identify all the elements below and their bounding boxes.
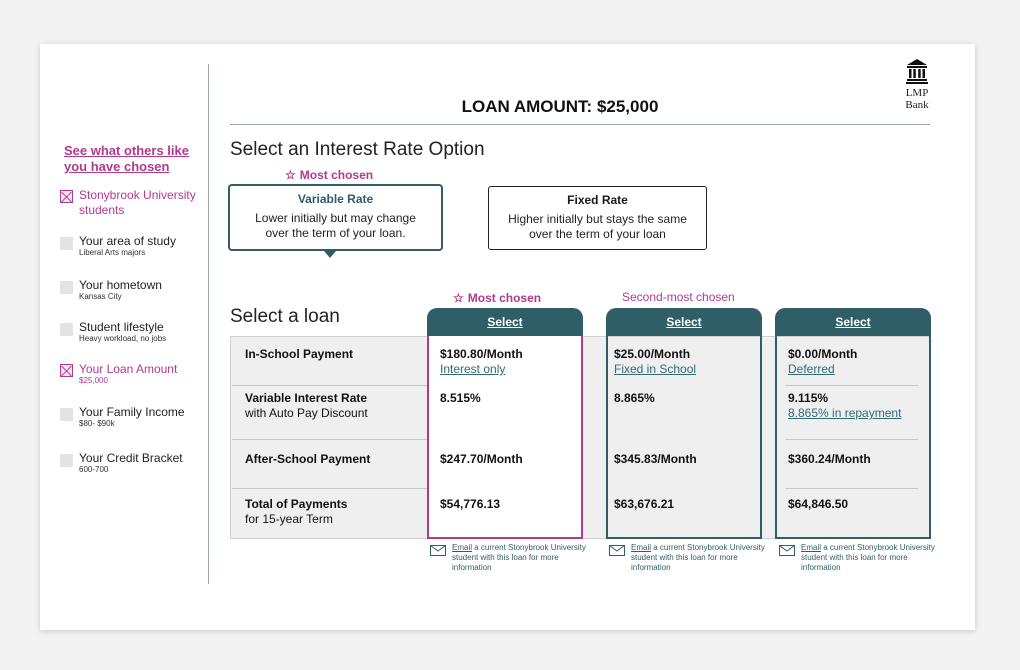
page-title: LOAN AMOUNT: $25,000 — [461, 97, 659, 116]
checkbox-checked-icon[interactable] — [60, 190, 73, 203]
row-label-total: Total of Payments for 15-year Term — [245, 497, 348, 526]
in-school-payment: $25.00/Month Fixed in School — [614, 347, 697, 376]
loan-section-heading: Select a loan — [230, 306, 340, 327]
envelope-icon — [430, 545, 446, 556]
filter-loan-amount[interactable]: Your Loan Amount $25,000 — [60, 362, 208, 386]
email-text: Email a current Stonybrook University st… — [801, 543, 935, 572]
filter-label: Your area of study — [79, 234, 176, 248]
rate-description: Lower initially but may change over the … — [255, 211, 416, 240]
filter-label: Stonybrook University students — [79, 188, 196, 217]
rate-section-heading: Select an Interest Rate Option — [230, 139, 485, 160]
envelope-icon — [609, 545, 625, 556]
filter-student-lifestyle[interactable]: Student lifestyle Heavy workload, no job… — [60, 320, 208, 344]
filter-value: Liberal Arts majors — [79, 248, 146, 257]
row-divider — [232, 439, 428, 440]
filter-credit-bracket[interactable]: Your Credit Bracket 600-700 — [60, 451, 208, 475]
email-student-link[interactable]: Email a current Stonybrook University st… — [779, 543, 939, 577]
filter-label: Your Family Income — [79, 405, 185, 419]
filter-value: $25,000 — [79, 376, 108, 385]
filter-area-of-study[interactable]: Your area of study Liberal Arts majors — [60, 234, 208, 258]
most-chosen-badge: ☆ Most chosen — [285, 168, 373, 182]
total-payments: $63,676.21 — [614, 497, 675, 511]
select-loan-3-button[interactable]: Select — [775, 308, 931, 336]
cell-divider — [785, 488, 918, 489]
badge-label: Most chosen — [467, 291, 542, 305]
sidebar-divider — [208, 64, 209, 584]
filter-value: Heavy workload, no jobs — [79, 334, 167, 343]
bank-logo: LMP Bank — [894, 58, 940, 111]
header-divider — [230, 124, 930, 125]
checkbox-icon[interactable] — [60, 408, 73, 421]
checkbox-icon[interactable] — [60, 237, 73, 250]
selected-pointer-icon — [324, 251, 336, 258]
after-school-payment: $247.70/Month — [440, 452, 523, 466]
interest-rate: 8.515% — [440, 391, 481, 405]
email-text: Email a current Stonybrook University st… — [631, 543, 765, 572]
sidebar-title[interactable]: See what others like you have chosen — [64, 143, 204, 175]
total-payments: $54,776.13 — [440, 497, 501, 511]
star-icon: ☆ — [453, 291, 464, 305]
rate-note-link[interactable]: 8.865% in repayment — [788, 406, 901, 420]
email-text: Email a current Stonybrook University st… — [452, 543, 586, 572]
checkbox-checked-icon[interactable] — [60, 364, 73, 377]
rate-name: Fixed Rate — [567, 193, 628, 207]
in-school-note-link[interactable]: Deferred — [788, 362, 835, 376]
in-school-note-link[interactable]: Fixed in School — [614, 362, 696, 376]
checkbox-icon[interactable] — [60, 281, 73, 294]
email-student-link[interactable]: Email a current Stonybrook University st… — [609, 543, 769, 577]
filter-hometown[interactable]: Your hometown Kansas City — [60, 278, 208, 302]
most-chosen-badge: ☆ Most chosen — [453, 291, 541, 305]
filter-family-income[interactable]: Your Family Income $80- $90k — [60, 405, 208, 429]
filter-value: 600-700 — [79, 465, 109, 474]
filter-value: Kansas City — [79, 292, 122, 301]
select-loan-1-button[interactable]: Select — [427, 308, 583, 336]
badge-label: Most chosen — [299, 168, 374, 182]
envelope-icon — [779, 545, 795, 556]
cell-divider — [785, 439, 918, 440]
in-school-payment: $0.00/Month Deferred — [788, 347, 858, 376]
total-payments: $64,846.50 — [788, 497, 849, 511]
after-school-payment: $345.83/Month — [614, 452, 697, 466]
checkbox-icon[interactable] — [60, 323, 73, 336]
row-label-interest-rate: Variable Interest Rate with Auto Pay Disc… — [245, 391, 368, 420]
checkbox-icon[interactable] — [60, 454, 73, 467]
logo-line-2: Bank — [905, 99, 929, 111]
filter-label: Your Loan Amount — [79, 362, 178, 376]
filter-label: Student lifestyle — [79, 320, 164, 334]
select-loan-2-button[interactable]: Select — [606, 308, 762, 336]
filter-value: $80- $90k — [79, 419, 115, 428]
row-label-in-school: In-School Payment — [245, 347, 354, 361]
row-divider — [232, 385, 428, 386]
after-school-payment: $360.24/Month — [788, 452, 871, 466]
filter-university[interactable]: Stonybrook University students — [60, 188, 208, 218]
cell-divider — [785, 385, 918, 386]
logo-line-1: LMP — [905, 87, 929, 99]
in-school-payment: $180.80/Month Interest only — [440, 347, 523, 376]
second-most-chosen-badge: Second-most chosen — [622, 290, 735, 304]
star-icon: ☆ — [285, 168, 296, 182]
fixed-rate-option[interactable]: Fixed Rate Higher initially but stays th… — [488, 186, 707, 250]
row-divider — [232, 488, 428, 489]
bank-building-icon — [906, 59, 928, 84]
interest-rate: 9.115% 8.865% in repayment — [788, 391, 902, 420]
email-student-link[interactable]: Email a current Stonybrook University st… — [430, 543, 590, 577]
filter-label: Your Credit Bracket — [79, 451, 183, 465]
variable-rate-option[interactable]: Variable Rate Lower initially but may ch… — [228, 184, 443, 251]
interest-rate: 8.865% — [614, 391, 655, 405]
filter-label: Your hometown — [79, 278, 162, 292]
row-label-after-school: After-School Payment — [245, 452, 371, 466]
in-school-note-link[interactable]: Interest only — [440, 362, 505, 376]
rate-description: Higher initially but stays the same over… — [508, 212, 687, 241]
rate-name: Variable Rate — [297, 192, 374, 206]
